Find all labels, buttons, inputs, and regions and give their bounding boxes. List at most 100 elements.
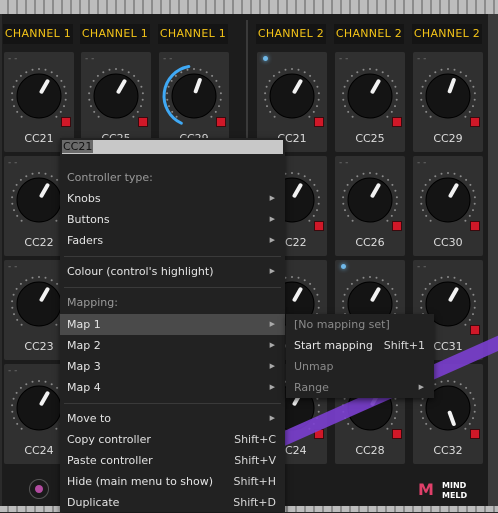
- knob-tick: [11, 196, 14, 199]
- knob-tick: [473, 300, 476, 303]
- knob-tick: [12, 293, 15, 296]
- menu-item-move-to[interactable]: Move to ▶: [60, 408, 285, 429]
- knob-body[interactable]: [425, 73, 471, 119]
- menu-item-map1[interactable]: Map 1 ▶: [60, 314, 285, 335]
- mapping-indicator: [392, 117, 402, 127]
- menu-item-faders[interactable]: Faders ▶: [60, 230, 285, 251]
- knob-tick: [469, 391, 472, 394]
- menu-item-map4[interactable]: Map 4 ▶: [60, 377, 285, 398]
- menu-item-paste-controller[interactable]: Paste controller Shift+V: [60, 450, 285, 471]
- knob-tick: [390, 214, 393, 217]
- knob-body[interactable]: [16, 385, 62, 431]
- knob-tick: [132, 115, 135, 118]
- knob-tick: [473, 202, 476, 205]
- knob-body[interactable]: [171, 73, 217, 119]
- menu-item-duplicate[interactable]: Duplicate Shift+D: [60, 492, 285, 513]
- knob-tick: [11, 306, 14, 309]
- knob-tick: [317, 92, 320, 95]
- knob-tick: [38, 380, 40, 382]
- knob-tick: [428, 282, 431, 285]
- knob-body[interactable]: [269, 73, 315, 119]
- knob-tick: [447, 276, 449, 278]
- knob-tick: [50, 175, 53, 178]
- knob-tick: [447, 68, 449, 70]
- knob-tick: [16, 214, 19, 217]
- knob-tick: [425, 422, 428, 425]
- controller-name-value[interactable]: CC21: [62, 140, 94, 153]
- submenu-start-mapping[interactable]: Start mapping Shift+1: [286, 335, 434, 356]
- submenu-unmap[interactable]: Unmap: [286, 356, 434, 377]
- knob-label: CC28: [355, 444, 385, 457]
- knob-body[interactable]: [16, 177, 62, 223]
- knob-tick: [303, 279, 306, 282]
- menu-item-map2[interactable]: Map 2 ▶: [60, 335, 285, 356]
- knob-tick: [11, 98, 14, 101]
- channel-label: CHANNEL 2: [412, 24, 482, 44]
- knob-tick: [394, 209, 396, 212]
- knob-label: CC26: [355, 236, 385, 249]
- knob-tick: [211, 74, 214, 77]
- knob-tick: [369, 172, 371, 174]
- knob-tick: [343, 85, 346, 88]
- knob-tick: [473, 98, 476, 101]
- controller-name-field[interactable]: CC21: [62, 140, 283, 154]
- knob-tick: [11, 92, 14, 95]
- knob-tick: [347, 422, 350, 425]
- knob-tick: [13, 417, 15, 420]
- menu-item-copy-controller[interactable]: Copy controller Shift+C: [60, 429, 285, 450]
- menu-item-knobs[interactable]: Knobs ▶: [60, 188, 285, 209]
- knob-body[interactable]: [16, 281, 62, 327]
- knob-tick: [453, 276, 456, 279]
- menu-item-map3[interactable]: Map 3 ▶: [60, 356, 285, 377]
- knob-tick: [391, 183, 394, 186]
- menu-item-hide[interactable]: Hide (main menu to show) Shift+H: [60, 471, 285, 492]
- shortcut-label: Shift+D: [233, 496, 276, 509]
- menu-item-colour[interactable]: Colour (control's highlight) ▶: [60, 261, 285, 282]
- mapping-indicator: [314, 117, 324, 127]
- knob-tick: [472, 209, 474, 212]
- knob-tick: [63, 85, 66, 88]
- knob-tick: [273, 115, 276, 118]
- knob-label: CC29: [433, 132, 463, 145]
- module-port-icon[interactable]: [29, 479, 49, 499]
- knob-tick: [56, 386, 59, 389]
- knob-body[interactable]: [16, 73, 62, 119]
- logo-text-line2: MELD: [442, 491, 468, 500]
- knob-tick: [453, 68, 456, 71]
- knob-tick: [13, 105, 15, 108]
- knob-body[interactable]: [347, 177, 393, 223]
- knob-tick: [12, 189, 15, 192]
- submenu-range[interactable]: Range ▶: [286, 377, 434, 398]
- knob-tick: [316, 293, 319, 296]
- knob-tick: [316, 397, 319, 400]
- shortcut-label: Shift+C: [234, 433, 276, 446]
- triangle-right-icon: ▶: [269, 414, 275, 422]
- knob-tick: [312, 214, 315, 217]
- knob-tick: [391, 287, 394, 290]
- knob-tick: [50, 71, 53, 74]
- knob-body[interactable]: [425, 177, 471, 223]
- knob-tick: [422, 417, 424, 420]
- knob-body[interactable]: [347, 73, 393, 119]
- knob-tick: [121, 68, 124, 71]
- menu-item-buttons[interactable]: Buttons ▶: [60, 209, 285, 230]
- menu-divider: [64, 256, 281, 257]
- knob-tick: [167, 85, 170, 88]
- knob-tick: [342, 98, 345, 101]
- menu-divider: [64, 403, 281, 404]
- knob-label: CC32: [433, 444, 463, 457]
- knob-tick: [218, 85, 221, 88]
- knob-tick: [108, 68, 111, 71]
- knob-tick: [421, 85, 424, 88]
- knob-tick: [343, 189, 346, 192]
- knob-tick: [317, 98, 320, 101]
- knob-tick: [272, 74, 275, 77]
- knob-body[interactable]: [93, 73, 139, 119]
- knob-tick: [115, 68, 117, 70]
- knob-tick: [15, 79, 18, 82]
- knob-tick: [350, 282, 353, 285]
- mapping-indicator: [392, 429, 402, 439]
- knob-tick: [38, 68, 40, 70]
- knob-tick: [395, 300, 398, 303]
- knob-tick: [303, 71, 306, 74]
